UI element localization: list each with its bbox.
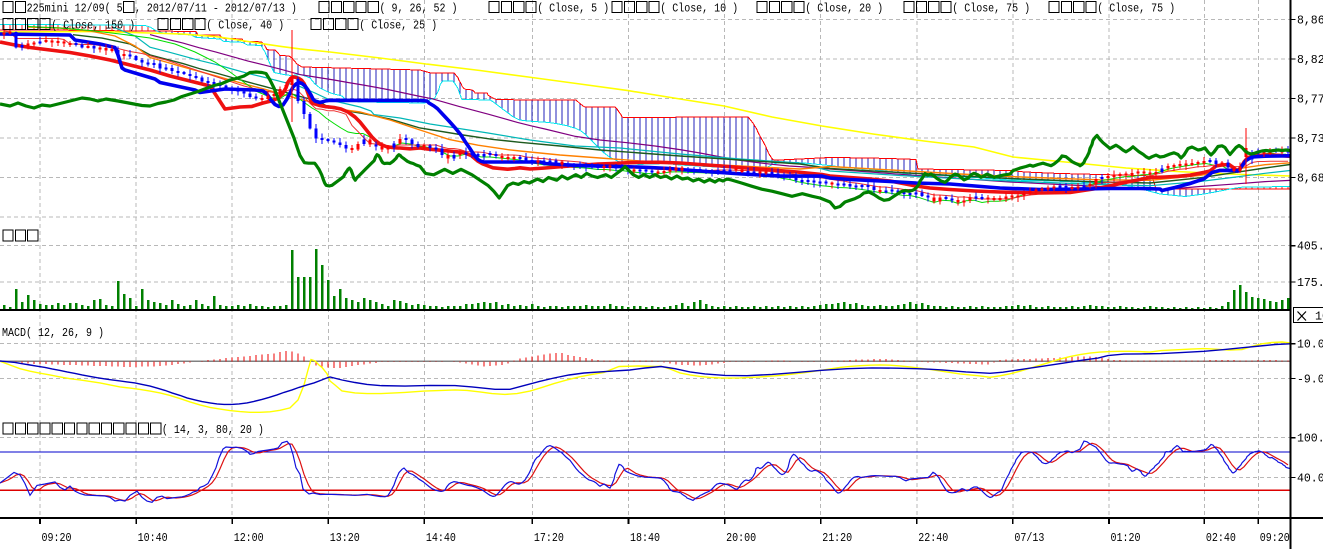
- svg-text:( Close, 20 ): ( Close, 20 ): [805, 3, 883, 16]
- svg-text:-9.0: -9.0: [1297, 373, 1323, 387]
- svg-text:07/13: 07/13: [1014, 531, 1044, 545]
- svg-text:10:40: 10:40: [138, 531, 168, 545]
- svg-text:18:40: 18:40: [630, 531, 660, 545]
- svg-text:MACD( 12, 26, 9 ): MACD( 12, 26, 9 ): [2, 327, 104, 340]
- svg-text:( Close, 150 ): ( Close, 150 ): [51, 20, 135, 33]
- svg-text:22:40: 22:40: [918, 531, 948, 545]
- svg-text:( 9, 26, 52 ): ( 9, 26, 52 ): [380, 3, 458, 16]
- svg-text:09:20: 09:20: [42, 531, 72, 545]
- svg-text:, 2012/07/11 - 2012/07/13 ): , 2012/07/11 - 2012/07/13 ): [135, 3, 297, 16]
- svg-text:8,86: 8,86: [1297, 13, 1323, 27]
- svg-text:10.0: 10.0: [1297, 338, 1323, 352]
- svg-text:40.0: 40.0: [1297, 472, 1323, 486]
- svg-text:( Close, 25 ): ( Close, 25 ): [359, 20, 437, 33]
- svg-text:21:20: 21:20: [822, 531, 852, 545]
- svg-text:02:40: 02:40: [1206, 531, 1236, 545]
- svg-text:( Close, 40 ): ( Close, 40 ): [206, 20, 284, 33]
- svg-text:12:00: 12:00: [234, 531, 264, 545]
- svg-text:13:20: 13:20: [330, 531, 360, 545]
- svg-text:8,77: 8,77: [1297, 92, 1323, 106]
- svg-text:14:40: 14:40: [426, 531, 456, 545]
- svg-text:8,68: 8,68: [1297, 171, 1323, 185]
- svg-text:01:20: 01:20: [1111, 531, 1141, 545]
- svg-text:17:20: 17:20: [534, 531, 564, 545]
- svg-text:8,73: 8,73: [1297, 132, 1323, 146]
- svg-text:8,82: 8,82: [1297, 53, 1323, 67]
- svg-text:( Close, 10 ): ( Close, 10 ): [660, 3, 738, 16]
- svg-text:( 14, 3, 80, 20 ): ( 14, 3, 80, 20 ): [162, 424, 264, 437]
- svg-text:225mini 12/09( 5: 225mini 12/09( 5: [27, 3, 123, 16]
- svg-text:175.: 175.: [1297, 276, 1323, 290]
- svg-text:( Close, 75 ): ( Close, 75 ): [1097, 3, 1175, 16]
- svg-text:09:20: 09:20: [1260, 531, 1290, 545]
- svg-text:10: 10: [1315, 310, 1323, 324]
- svg-text:20:00: 20:00: [726, 531, 756, 545]
- svg-text:( Close, 5 ): ( Close, 5 ): [537, 3, 609, 16]
- svg-text:100.: 100.: [1297, 432, 1323, 446]
- svg-text:405.: 405.: [1297, 240, 1323, 254]
- svg-text:( Close, 75 ): ( Close, 75 ): [952, 3, 1030, 16]
